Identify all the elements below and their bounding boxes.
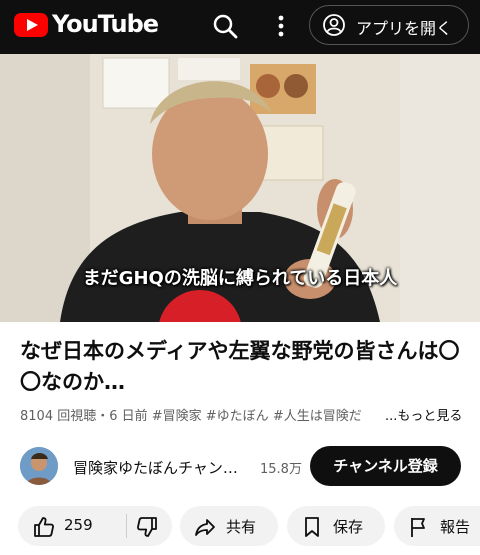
share-label: 共有 — [226, 518, 257, 536]
youtube-wordmark[interactable]: YouTube — [52, 10, 159, 38]
thumbs-down-icon — [137, 517, 157, 537]
share-icon — [195, 519, 215, 536]
search-icon[interactable] — [210, 11, 240, 41]
views-date: 8104 回視聴・6 日前 — [20, 409, 148, 424]
report-label: 報告 — [440, 518, 471, 536]
flag-icon — [411, 518, 425, 537]
share-button[interactable]: 共有 — [180, 506, 278, 546]
video-caption: まだGHQの洗脳に縛られている日本人 — [82, 268, 398, 289]
avatar-image — [20, 447, 58, 485]
subscribe-button[interactable]: チャンネル登録 — [310, 446, 461, 486]
like-button[interactable]: 259 — [18, 506, 126, 546]
save-label: 保存 — [333, 518, 364, 536]
video-meta[interactable]: 8104 回視聴・6 日前 #冒険家 #ゆたぼん #人生は冒険だ — [20, 405, 362, 424]
account-icon — [323, 14, 345, 36]
more-vert-icon[interactable] — [266, 11, 296, 41]
video-title[interactable]: なぜ日本のメディアや左翼な野党の皆さんは〇〇なのか… — [20, 336, 466, 398]
video-player[interactable]: まだGHQの洗脳に縛られている日本人 — [0, 54, 480, 322]
save-button[interactable]: 保存 — [287, 506, 385, 546]
bookmark-icon — [305, 517, 319, 537]
open-app-button[interactable]: アプリを開く — [309, 5, 469, 45]
top-bar: YouTube アプリを開く — [0, 0, 480, 54]
dislike-button[interactable] — [127, 506, 172, 546]
open-app-label: アプリを開く — [356, 19, 453, 38]
channel-name[interactable]: 冒険家ゆたぼんチャン… — [73, 457, 238, 478]
hashtags[interactable]: #冒険家 #ゆたぼん #人生は冒険だ — [152, 409, 362, 424]
like-dislike-group: 259 — [18, 506, 172, 546]
youtube-logo-icon[interactable] — [14, 13, 48, 37]
like-count: 259 — [64, 516, 93, 534]
subscriber-count: 15.8万 — [260, 462, 302, 477]
channel-avatar[interactable] — [20, 447, 58, 485]
show-more-link[interactable]: ...もっと見る — [385, 405, 462, 424]
report-button[interactable]: 報告 — [394, 506, 480, 546]
thumbs-up-icon — [34, 517, 54, 537]
